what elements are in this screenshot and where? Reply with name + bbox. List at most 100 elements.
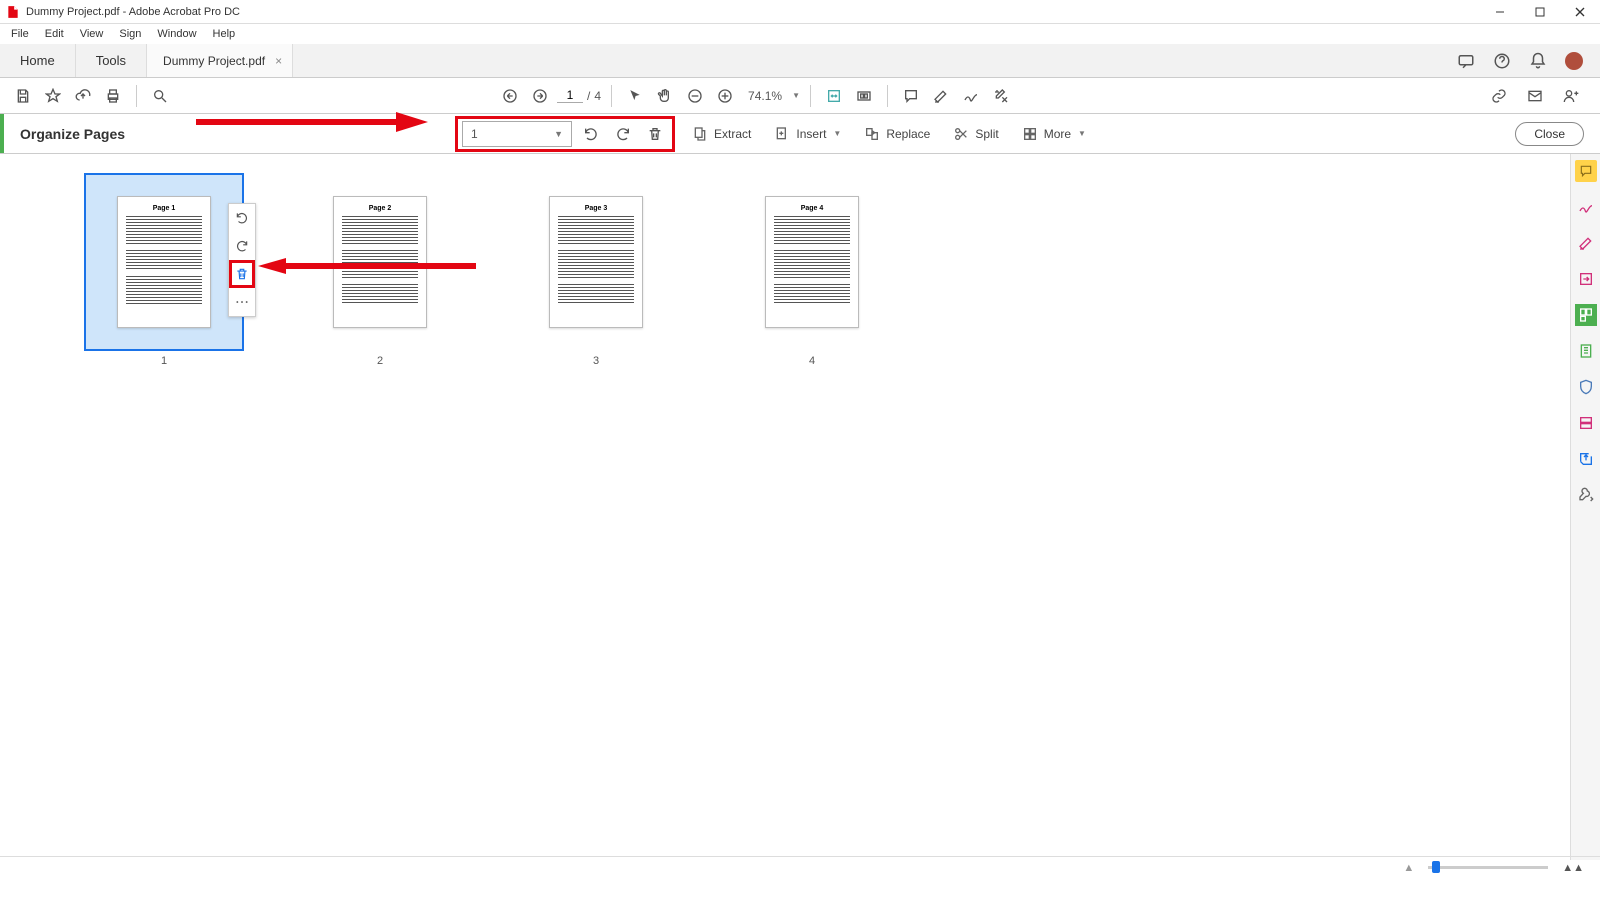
thumbnail-frame: Page 4 xyxy=(732,173,892,351)
close-organize-button[interactable]: Close xyxy=(1515,122,1584,146)
rail-compress-icon[interactable] xyxy=(1575,340,1597,362)
comment-icon[interactable] xyxy=(898,83,924,109)
chat-icon[interactable] xyxy=(1456,51,1476,71)
page-select-dropdown[interactable]: 1 ▼ xyxy=(462,121,572,147)
rail-more-tools-icon[interactable] xyxy=(1575,484,1597,506)
annotation-toolbar-highlight: 1 ▼ xyxy=(455,116,675,152)
tab-row: Home Tools Dummy Project.pdf × xyxy=(0,44,1600,78)
fit-page-icon[interactable] xyxy=(851,83,877,109)
rail-redact-icon[interactable] xyxy=(1575,412,1597,434)
thumbnail-page: Page 2 xyxy=(333,196,427,328)
extract-button[interactable]: Extract xyxy=(685,121,757,147)
split-button[interactable]: Split xyxy=(946,121,1004,147)
next-page-icon[interactable] xyxy=(527,83,553,109)
insert-label: Insert xyxy=(796,127,826,141)
highlight-icon[interactable] xyxy=(928,83,954,109)
account-avatar-icon[interactable] xyxy=(1564,51,1584,71)
menu-window[interactable]: Window xyxy=(150,26,203,42)
organize-pages-bar: Organize Pages 1 ▼ Extract Insert ▼ Repl… xyxy=(0,114,1600,154)
window-title: Dummy Project.pdf - Adobe Acrobat Pro DC xyxy=(26,6,240,18)
fit-width-icon[interactable] xyxy=(821,83,847,109)
slider-track xyxy=(1428,866,1548,869)
prev-page-icon[interactable] xyxy=(497,83,523,109)
maximize-button[interactable] xyxy=(1520,0,1560,24)
sign-tool-icon[interactable] xyxy=(958,83,984,109)
menu-edit[interactable]: Edit xyxy=(38,26,71,42)
page-thumbnail-2[interactable]: Page 2 2 xyxy=(300,173,460,367)
cloud-upload-icon[interactable] xyxy=(70,83,96,109)
more-button[interactable]: More ▼ xyxy=(1015,121,1092,147)
zoom-large-icon[interactable]: ▲▲ xyxy=(1562,862,1584,874)
acrobat-app-icon xyxy=(6,5,20,19)
thumbnail-text-icon xyxy=(558,284,634,304)
zoom-in-icon[interactable] xyxy=(712,83,738,109)
page-thumbnail-1[interactable]: Page 1 1 xyxy=(84,173,244,367)
replace-label: Replace xyxy=(886,127,930,141)
status-bar: ▲ ▲▲ xyxy=(0,856,1600,878)
rail-send-icon[interactable] xyxy=(1575,448,1597,470)
page-thumbnail-3[interactable]: Page 3 3 xyxy=(516,173,676,367)
zoom-small-icon[interactable]: ▲ xyxy=(1403,862,1414,874)
toolbar-separator xyxy=(136,85,137,107)
window-controls xyxy=(1480,0,1600,24)
thumbnail-heading: Page 1 xyxy=(153,205,176,212)
tab-close-icon[interactable]: × xyxy=(275,54,282,68)
rotate-cw-icon[interactable] xyxy=(610,121,636,147)
tab-home[interactable]: Home xyxy=(0,44,76,77)
tab-tools[interactable]: Tools xyxy=(76,44,147,77)
menu-sign[interactable]: Sign xyxy=(112,26,148,42)
bell-icon[interactable] xyxy=(1528,51,1548,71)
menu-view[interactable]: View xyxy=(73,26,111,42)
replace-button[interactable]: Replace xyxy=(857,121,936,147)
rotate-ccw-icon[interactable] xyxy=(578,121,604,147)
menu-help[interactable]: Help xyxy=(206,26,243,42)
page-navigation: / 4 74.1% ▼ xyxy=(497,83,1014,109)
rail-fill-sign-icon[interactable] xyxy=(1575,196,1597,218)
find-icon[interactable] xyxy=(147,83,173,109)
save-icon[interactable] xyxy=(10,83,36,109)
page-number-input[interactable] xyxy=(557,88,583,103)
menu-file[interactable]: File xyxy=(4,26,36,42)
hand-tool-icon[interactable] xyxy=(652,83,678,109)
delete-page-hover-icon[interactable] xyxy=(229,260,255,288)
organize-tools: 1 ▼ Extract Insert ▼ Replace Split More xyxy=(455,116,1092,152)
star-icon[interactable] xyxy=(40,83,66,109)
right-tools-rail xyxy=(1570,154,1600,860)
close-window-button[interactable] xyxy=(1560,0,1600,24)
rail-export-icon[interactable] xyxy=(1575,268,1597,290)
delete-page-toolbar-icon[interactable] xyxy=(642,121,668,147)
minimize-button[interactable] xyxy=(1480,0,1520,24)
tools-icon[interactable] xyxy=(988,83,1014,109)
help-icon[interactable] xyxy=(1492,51,1512,71)
rotate-cw-hover-icon[interactable] xyxy=(229,232,255,260)
extract-label: Extract xyxy=(714,127,751,141)
print-icon[interactable] xyxy=(100,83,126,109)
thumbnail-text-icon xyxy=(342,284,418,304)
thumbnail-text-icon xyxy=(558,216,634,244)
email-icon[interactable] xyxy=(1522,83,1548,109)
selection-tool-icon[interactable] xyxy=(622,83,648,109)
rotate-ccw-hover-icon[interactable] xyxy=(229,204,255,232)
link-share-icon[interactable] xyxy=(1486,83,1512,109)
slider-thumb[interactable] xyxy=(1432,861,1440,873)
more-label: More xyxy=(1044,127,1071,141)
tab-document[interactable]: Dummy Project.pdf × xyxy=(147,44,293,77)
more-hover-icon[interactable] xyxy=(229,288,255,316)
thumbnail-text-icon xyxy=(774,250,850,278)
thumbnail-row: Page 1 1 Page 2 xyxy=(0,155,1570,367)
rail-comment-icon[interactable] xyxy=(1575,160,1597,182)
rail-protect-icon[interactable] xyxy=(1575,376,1597,398)
organize-workspace: Page 1 1 Page 2 xyxy=(0,155,1570,860)
insert-button[interactable]: Insert ▼ xyxy=(767,121,847,147)
page-thumbnail-4[interactable]: Page 4 4 xyxy=(732,173,892,367)
split-icon xyxy=(952,125,970,143)
toolbar-separator xyxy=(887,85,888,107)
rail-organize-icon[interactable] xyxy=(1575,304,1597,326)
rail-edit-icon[interactable] xyxy=(1575,232,1597,254)
insert-icon xyxy=(773,125,791,143)
zoom-value-label[interactable]: 74.1% xyxy=(742,89,788,103)
share-people-icon[interactable] xyxy=(1558,83,1584,109)
chevron-down-icon[interactable]: ▼ xyxy=(792,91,800,100)
zoom-out-icon[interactable] xyxy=(682,83,708,109)
thumbnail-zoom-slider[interactable] xyxy=(1428,866,1548,869)
